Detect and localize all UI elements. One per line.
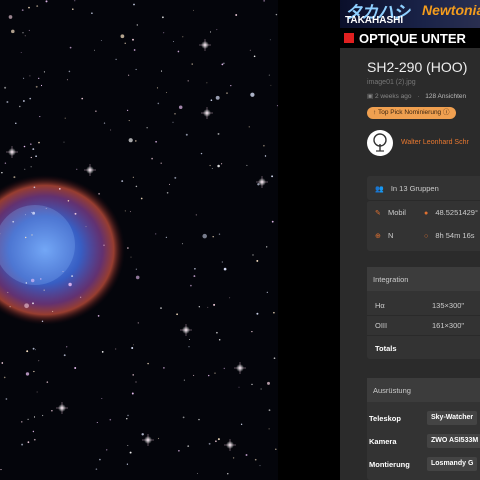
filter-name: OIII (375, 321, 388, 330)
pencil-icon: ✎ (375, 210, 381, 217)
divider (367, 335, 480, 336)
acquisition-info-card: ✎ Mobil ● 48.5251429° ⊕ N ○ 8h 54m 16s (367, 200, 480, 251)
compass-icon: ⊕ (375, 233, 381, 240)
ra-value: 8h 54m 16s (435, 231, 475, 240)
telescope-label: Teleskop (369, 414, 401, 423)
posted-time: 2 weeks ago (374, 93, 412, 100)
equipment-title: Ausrüstung (373, 386, 411, 395)
direction-label: N (387, 231, 394, 240)
device-label: Mobil (387, 208, 406, 217)
groups-label: In 13 Gruppen (390, 184, 439, 193)
equipment-card: Ausrüstung Teleskop Sky-Watcher Kamera Z… (367, 378, 480, 480)
location-pin-icon: ● (424, 210, 429, 217)
ad-product-text: Newtonia (422, 2, 480, 18)
ad-banner-text: OPTIQUE UNTER (359, 31, 466, 46)
info-icon: ⓘ (443, 109, 450, 116)
filter-exposure: 161×300" (432, 321, 465, 330)
groups-card[interactable]: 👥 In 13 Gruppen (367, 176, 480, 200)
image-title: SH2-290 (HOO) (367, 59, 468, 75)
takahashi-ad-banner[interactable]: タカハシ TAKAHASHI Newtonia (340, 0, 480, 28)
ad-logo-square (344, 33, 354, 43)
top-pick-badge[interactable]: ↑ Top Pick Nominierung ⓘ (367, 107, 456, 119)
divider (367, 315, 480, 316)
page-gutter (278, 0, 340, 480)
calendar-icon: ▣ (367, 93, 374, 100)
image-detail-panel: タカハシ TAKAHASHI Newtonia OPTIQUE UNTER SH… (340, 0, 480, 480)
location-value: 48.5251429° (435, 208, 478, 217)
author-name-link[interactable]: Walter Leonhard Schr (401, 139, 469, 146)
tree-icon (373, 133, 387, 152)
camera-value[interactable]: ZWO ASI533M (427, 434, 480, 448)
filter-exposure: 135×300" (432, 301, 465, 310)
integration-header[interactable]: Integration (367, 267, 480, 291)
integration-card: Integration Hα 135×300" OIII 161×300" To… (367, 267, 480, 359)
camera-label: Kamera (369, 437, 397, 446)
users-icon: 👥 (375, 186, 384, 193)
target-icon: ○ (424, 233, 429, 240)
equipment-header[interactable]: Ausrüstung (367, 378, 480, 402)
ad-brand-text: TAKAHASHI (345, 15, 404, 26)
author-avatar[interactable] (367, 130, 393, 156)
badge-label: Top Pick Nominierung (377, 109, 442, 116)
image-meta: ▣ 2 weeks ago · 128 Ansichten (367, 92, 466, 100)
astrophoto-image[interactable] (0, 0, 278, 480)
view-count: 128 Ansichten (425, 93, 467, 100)
separator-dot: · (417, 93, 420, 100)
totals-label: Totals (375, 344, 397, 353)
mount-label: Montierung (369, 460, 410, 469)
integration-title: Integration (373, 275, 409, 284)
optique-ad-banner[interactable]: OPTIQUE UNTER (340, 28, 480, 48)
filter-name: Hα (375, 301, 385, 310)
telescope-value[interactable]: Sky-Watcher (427, 411, 478, 425)
arrow-up-icon: ↑ (373, 109, 377, 116)
nebula-photo (0, 0, 278, 480)
mount-value[interactable]: Losmandy G (427, 457, 478, 471)
image-filename: image01 (2).jpg (367, 79, 416, 86)
